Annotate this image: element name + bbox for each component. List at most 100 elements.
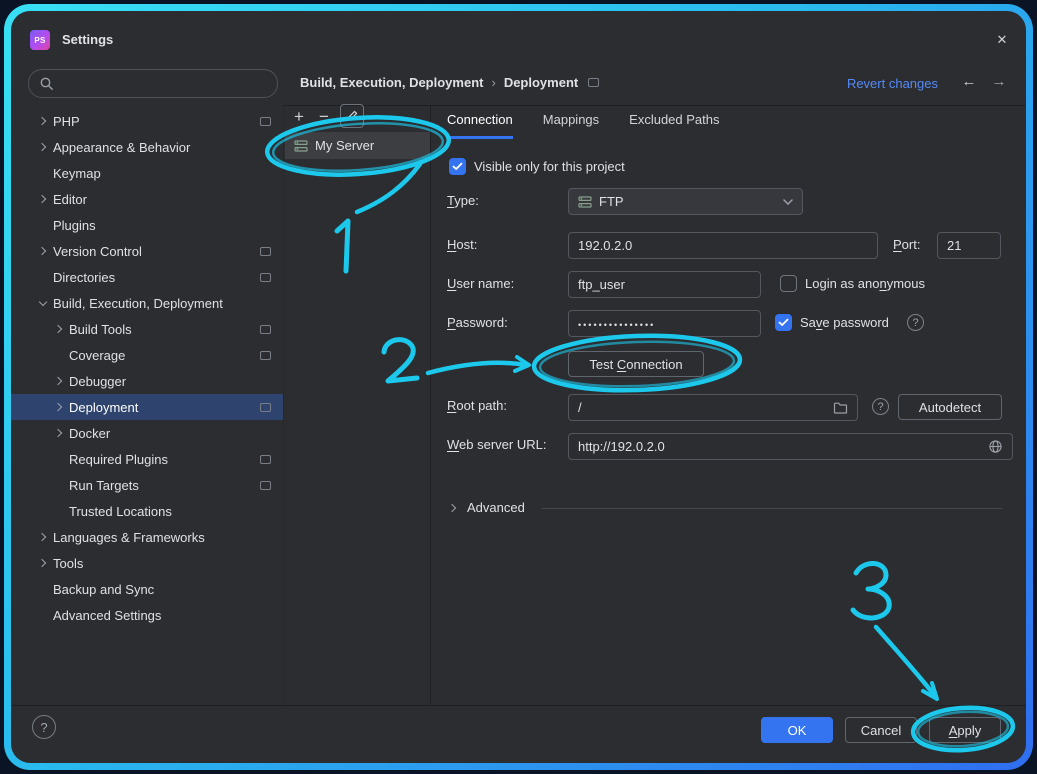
test-connection-button[interactable]: Test Connection — [568, 351, 704, 377]
user-name-value: ftp_user — [578, 277, 625, 292]
sidebar-item-run-targets[interactable]: Run Targets — [11, 472, 283, 498]
port-input[interactable]: 21 — [937, 232, 1001, 259]
sidebar-item-directories[interactable]: Directories — [11, 264, 283, 290]
window-title: Settings — [62, 32, 113, 47]
sidebar-item-label: Run Targets — [69, 478, 139, 493]
host-label: Host: — [447, 237, 477, 252]
ok-label: OK — [788, 723, 807, 738]
sidebar-item-required-plugins[interactable]: Required Plugins — [11, 446, 283, 472]
chevron-spacer — [33, 267, 53, 287]
edit-server-button[interactable] — [340, 104, 364, 128]
password-label: Password: — [447, 315, 508, 330]
chevron-spacer — [33, 605, 53, 625]
forward-arrow-button[interactable]: → — [990, 73, 1008, 90]
sidebar-item-php[interactable]: PHP — [11, 108, 283, 134]
search-input[interactable] — [60, 75, 267, 92]
save-password-checkbox[interactable] — [775, 314, 792, 331]
back-arrow-button[interactable]: ← — [960, 73, 978, 90]
root-path-help-icon[interactable]: ? — [872, 398, 889, 415]
sidebar-item-appearance-behavior[interactable]: Appearance & Behavior — [11, 134, 283, 160]
sidebar-item-label: Debugger — [69, 374, 126, 389]
cancel-button[interactable]: Cancel — [845, 717, 917, 743]
chevron-right-icon[interactable] — [49, 319, 69, 339]
password-value: ••••••••••••••• — [578, 317, 655, 330]
root-path-input[interactable]: / — [568, 394, 858, 421]
ok-button[interactable]: OK — [761, 717, 833, 743]
login-anonymous-label[interactable]: Login as anonymous — [805, 276, 925, 291]
sidebar-item-plugins[interactable]: Plugins — [11, 212, 283, 238]
user-name-label: User name: — [447, 276, 514, 291]
chevron-right-icon[interactable] — [49, 397, 69, 417]
chevron-spacer — [33, 215, 53, 235]
folder-icon[interactable] — [833, 401, 848, 414]
sidebar-item-label: Coverage — [69, 348, 125, 363]
add-server-button[interactable]: + — [290, 107, 308, 125]
breadcrumb-parent[interactable]: Build, Execution, Deployment — [300, 75, 483, 90]
sidebar-item-build-execution-deployment[interactable]: Build, Execution, Deployment — [11, 290, 283, 316]
visible-only-checkbox[interactable] — [449, 158, 466, 175]
sidebar-item-advanced-settings[interactable]: Advanced Settings — [11, 602, 283, 628]
sidebar-item-editor[interactable]: Editor — [11, 186, 283, 212]
visible-only-label[interactable]: Visible only for this project — [474, 159, 625, 174]
tab-excluded-paths[interactable]: Excluded Paths — [629, 112, 719, 139]
breadcrumb-current[interactable]: Deployment — [504, 75, 578, 90]
chevron-right-icon[interactable] — [33, 241, 53, 261]
sidebar-item-keymap[interactable]: Keymap — [11, 160, 283, 186]
autodetect-label: Autodetect — [919, 400, 981, 415]
sidebar-item-label: Appearance & Behavior — [53, 140, 190, 155]
tab-connection[interactable]: Connection — [447, 112, 513, 139]
sidebar-item-debugger[interactable]: Debugger — [11, 368, 283, 394]
sidebar-item-backup-and-sync[interactable]: Backup and Sync — [11, 576, 283, 602]
sidebar-item-coverage[interactable]: Coverage — [11, 342, 283, 368]
user-name-input[interactable]: ftp_user — [568, 271, 761, 298]
password-help-icon[interactable]: ? — [907, 314, 924, 331]
sidebar-item-deployment[interactable]: Deployment — [11, 394, 283, 420]
sidebar-item-tools[interactable]: Tools — [11, 550, 283, 576]
help-button[interactable]: ? — [32, 715, 56, 739]
modified-indicator-icon — [588, 78, 599, 87]
save-password-label[interactable]: Save password — [800, 315, 889, 330]
sidebar-item-label: Tools — [53, 556, 83, 571]
sidebar-item-build-tools[interactable]: Build Tools — [11, 316, 283, 342]
modified-indicator-icon — [260, 481, 271, 490]
apply-label: Apply — [949, 723, 982, 738]
globe-icon[interactable] — [988, 439, 1003, 454]
sidebar-item-version-control[interactable]: Version Control — [11, 238, 283, 264]
advanced-toggle[interactable]: Advanced — [448, 500, 525, 515]
type-select[interactable]: FTP — [568, 188, 803, 215]
breadcrumb: Build, Execution, Deployment › Deploymen… — [300, 75, 599, 90]
tab-bar: Connection Mappings Excluded Paths — [447, 112, 720, 139]
server-list-item-my-server[interactable]: My Server — [285, 132, 430, 159]
tab-mappings[interactable]: Mappings — [543, 112, 599, 139]
apply-button[interactable]: Apply — [929, 717, 1001, 743]
chevron-right-icon[interactable] — [49, 423, 69, 443]
chevron-down-icon — [783, 199, 793, 205]
panel-divider — [430, 105, 431, 705]
chevron-right-icon[interactable] — [33, 111, 53, 131]
host-input[interactable]: 192.0.2.0 — [568, 232, 878, 259]
close-icon[interactable]: ✕ — [990, 28, 1014, 52]
chevron-right-icon[interactable] — [33, 527, 53, 547]
chevron-spacer — [33, 579, 53, 599]
revert-changes-link[interactable]: Revert changes — [847, 76, 938, 91]
chevron-right-icon[interactable] — [33, 189, 53, 209]
chevron-right-icon[interactable] — [33, 553, 53, 573]
password-input[interactable]: ••••••••••••••• — [568, 310, 761, 337]
chevron-right-icon[interactable] — [33, 137, 53, 157]
chevron-down-icon[interactable] — [33, 293, 53, 313]
settings-search[interactable] — [28, 69, 278, 98]
anonymous-row: Login as anonymous — [780, 275, 925, 292]
chevron-right-icon[interactable] — [49, 371, 69, 391]
login-anonymous-checkbox[interactable] — [780, 275, 797, 292]
autodetect-button[interactable]: Autodetect — [898, 394, 1002, 420]
sidebar-item-trusted-locations[interactable]: Trusted Locations — [11, 498, 283, 524]
sidebar-item-languages-frameworks[interactable]: Languages & Frameworks — [11, 524, 283, 550]
web-server-url-input[interactable]: http://192.0.2.0 — [568, 433, 1013, 460]
sidebar-item-docker[interactable]: Docker — [11, 420, 283, 446]
search-icon — [39, 76, 54, 91]
modified-indicator-icon — [260, 351, 271, 360]
chevron-right-icon — [448, 503, 458, 513]
web-server-url-value: http://192.0.2.0 — [578, 439, 665, 454]
remove-server-button[interactable]: − — [315, 107, 333, 125]
test-connection-label: Test Connection — [589, 357, 682, 372]
